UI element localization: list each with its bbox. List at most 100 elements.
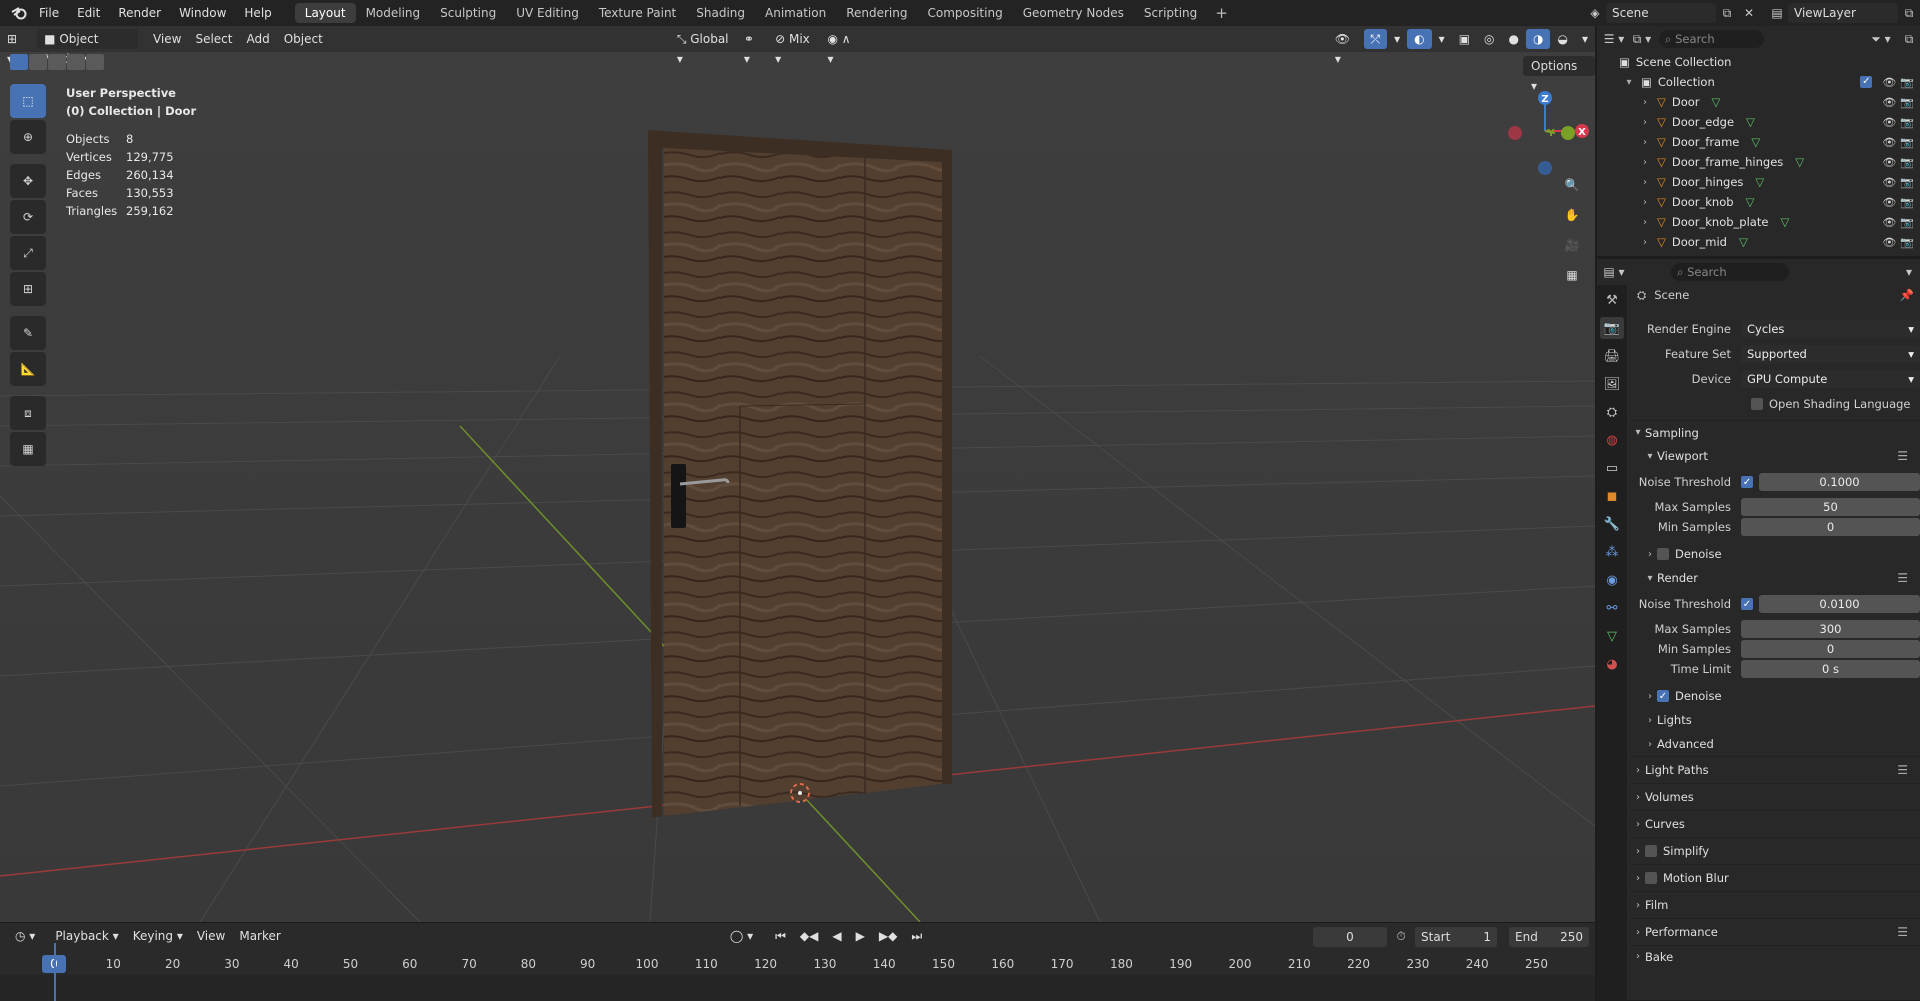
menu-edit[interactable]: Edit — [68, 6, 109, 20]
view-layer-icon[interactable]: ▤ — [1766, 3, 1788, 23]
zoom-icon[interactable]: 🔍 — [1557, 171, 1587, 199]
scene-properties-icon[interactable]: ⛭ — [1600, 401, 1624, 423]
pan-hand-icon[interactable]: ✋ — [1557, 201, 1587, 229]
time-limit-field[interactable]: 0 s — [1741, 660, 1920, 678]
world-properties-icon[interactable]: ◍ — [1600, 429, 1624, 451]
tab-uv-editing[interactable]: UV Editing — [506, 3, 589, 23]
vp-noise-threshold-checkbox[interactable]: ✓ — [1741, 476, 1753, 488]
simplify-checkbox[interactable] — [1645, 845, 1657, 857]
select-invert-icon[interactable] — [67, 54, 85, 70]
properties-editor-type-icon[interactable]: ▤ ▾ — [1603, 262, 1625, 282]
expand-chevron-icon[interactable]: › — [1639, 197, 1651, 208]
lights-subpanel-header[interactable]: › Lights — [1631, 708, 1920, 732]
new-view-layer-icon[interactable]: ⧉ — [1898, 3, 1920, 23]
outliner-object-row[interactable]: › ▽ Door_frame ▽ 👁 📷 — [1597, 132, 1920, 152]
tab-rendering[interactable]: Rendering — [836, 3, 917, 23]
pin-icon[interactable]: 📌 — [1900, 288, 1914, 302]
outliner-object-row[interactable]: › ▽ Door_edge ▽ 👁 📷 — [1597, 112, 1920, 132]
view-layer-selector[interactable]: ViewLayer — [1788, 3, 1898, 23]
ortho-toggle-icon[interactable]: ▦ — [1557, 261, 1587, 289]
delete-scene-icon[interactable]: ✕ — [1738, 3, 1760, 23]
proportional-edit-icon[interactable]: ◉ ∧ ▾ — [821, 29, 863, 66]
playback-dropdown[interactable]: Playback ▾ — [48, 926, 125, 946]
expand-chevron-icon[interactable]: › — [1639, 137, 1651, 148]
camera-icon[interactable]: 📷 — [1900, 156, 1914, 169]
scale-tool-icon[interactable]: ⤢ — [10, 236, 46, 270]
eye-icon[interactable]: 👁 — [1882, 156, 1896, 169]
device-dropdown[interactable]: GPU Compute ▾ — [1741, 370, 1920, 388]
select-box-tool-icon[interactable]: ⬚ — [10, 84, 46, 118]
select-intersect-icon[interactable] — [86, 54, 104, 70]
mesh-data-icon[interactable]: ▽ — [1739, 235, 1748, 249]
expand-chevron-icon[interactable]: › — [1639, 177, 1651, 188]
presets-list-icon[interactable]: ☰ — [1897, 763, 1908, 777]
collection-properties-icon[interactable]: ▭ — [1600, 457, 1624, 479]
options-dropdown[interactable]: Options ▾ — [1523, 56, 1595, 93]
menu-window[interactable]: Window — [170, 6, 235, 20]
display-mode-icon[interactable]: ⧉ ▾ — [1631, 29, 1653, 49]
menu-view[interactable]: View — [146, 29, 188, 49]
expand-chevron-icon[interactable]: › — [1639, 237, 1651, 248]
menu-object[interactable]: Object — [277, 29, 330, 49]
cursor-tool-icon[interactable]: ⊕ — [10, 120, 46, 154]
vp-denoise-subpanel-header[interactable]: › Denoise — [1631, 542, 1920, 566]
tab-animation[interactable]: Animation — [755, 3, 836, 23]
menu-file[interactable]: File — [30, 6, 68, 20]
transform-orientation-dropdown[interactable]: ⤡ Global ▾ — [670, 29, 737, 66]
modifier-properties-icon[interactable]: 🔧 — [1600, 513, 1624, 535]
play-icon[interactable]: ▶ — [849, 926, 872, 946]
viewport-subpanel-header[interactable]: ▾ Viewport ☰ — [1631, 444, 1920, 468]
gizmo-neg-z[interactable] — [1538, 161, 1552, 175]
camera-icon[interactable]: 📷 — [1900, 136, 1914, 149]
expand-chevron-icon[interactable]: › — [1639, 117, 1651, 128]
mesh-data-icon[interactable]: ▽ — [1780, 215, 1789, 229]
timeline-menu-view[interactable]: View — [190, 926, 232, 946]
render-subpanel-header[interactable]: ▾ Render ☰ — [1631, 566, 1920, 590]
menu-select[interactable]: Select — [188, 29, 239, 49]
curves-panel-header[interactable]: › Curves — [1631, 810, 1920, 837]
performance-panel-header[interactable]: › Performance ☰ — [1631, 918, 1920, 945]
camera-icon[interactable]: 📷 — [1900, 176, 1914, 189]
auto-keying-icon[interactable]: ◯ ▾ — [723, 926, 760, 946]
particles-properties-icon[interactable]: ⁂ — [1600, 541, 1624, 563]
camera-icon[interactable]: 📷 — [1900, 96, 1914, 109]
camera-icon[interactable]: 📷 — [1900, 116, 1914, 129]
r-denoise-subpanel-header[interactable]: › ✓ Denoise — [1631, 684, 1920, 708]
physics-properties-icon[interactable]: ◉ — [1600, 569, 1624, 591]
outliner-object-row[interactable]: › ▽ Door_hinges ▽ 👁 📷 — [1597, 172, 1920, 192]
mesh-data-icon[interactable]: ▽ — [1755, 175, 1764, 189]
camera-icon[interactable]: 📷 — [1900, 216, 1914, 229]
overlays-toggle-icon[interactable]: ◐ — [1407, 29, 1432, 49]
object-mode-dropdown[interactable]: ■ Object Mode ▾ — [37, 29, 138, 66]
properties-search-input[interactable]: ⌕ Search — [1671, 263, 1789, 281]
overlays-dropdown[interactable]: ▾ — [1432, 29, 1452, 49]
r-noise-threshold-checkbox[interactable]: ✓ — [1741, 598, 1753, 610]
sampling-panel-header[interactable]: ▾ Sampling — [1631, 420, 1920, 444]
menu-add[interactable]: Add — [239, 29, 276, 49]
blender-logo-icon[interactable] — [8, 2, 30, 24]
menu-help[interactable]: Help — [235, 6, 280, 20]
volumes-panel-header[interactable]: › Volumes — [1631, 783, 1920, 810]
visibility-icon[interactable]: 👁 ▾ — [1328, 29, 1364, 66]
scene-icon[interactable]: ◈ — [1584, 3, 1606, 23]
eye-icon[interactable]: 👁 — [1882, 136, 1896, 149]
measure-tool-icon[interactable]: 📐 — [10, 352, 46, 386]
vp-min-samples-field[interactable]: 0 — [1741, 518, 1920, 536]
mesh-data-icon[interactable]: ▽ — [1795, 155, 1804, 169]
material-properties-icon[interactable]: ◕ — [1600, 653, 1624, 675]
tool-properties-icon[interactable]: ⚒ — [1600, 289, 1624, 311]
render-properties-icon[interactable]: 📷 — [1600, 317, 1624, 339]
tab-modeling[interactable]: Modeling — [356, 3, 431, 23]
tab-scripting[interactable]: Scripting — [1134, 3, 1207, 23]
camera-icon[interactable]: 📷 — [1900, 236, 1914, 249]
simplify-panel-header[interactable]: › Simplify — [1631, 837, 1920, 864]
vp-max-samples-field[interactable]: 50 — [1741, 498, 1920, 516]
camera-icon[interactable]: 📷 — [1900, 196, 1914, 209]
eye-icon[interactable]: 👁 — [1882, 216, 1896, 229]
outliner-editor-type-icon[interactable]: ☰ ▾ — [1603, 29, 1625, 49]
film-panel-header[interactable]: › Film — [1631, 891, 1920, 918]
new-collection-icon[interactable]: ⧉ — [1898, 29, 1920, 49]
eye-icon[interactable]: 👁 — [1882, 76, 1896, 89]
shading-material-icon[interactable]: ◑ — [1526, 29, 1551, 49]
mesh-data-icon[interactable]: ▽ — [1751, 135, 1760, 149]
